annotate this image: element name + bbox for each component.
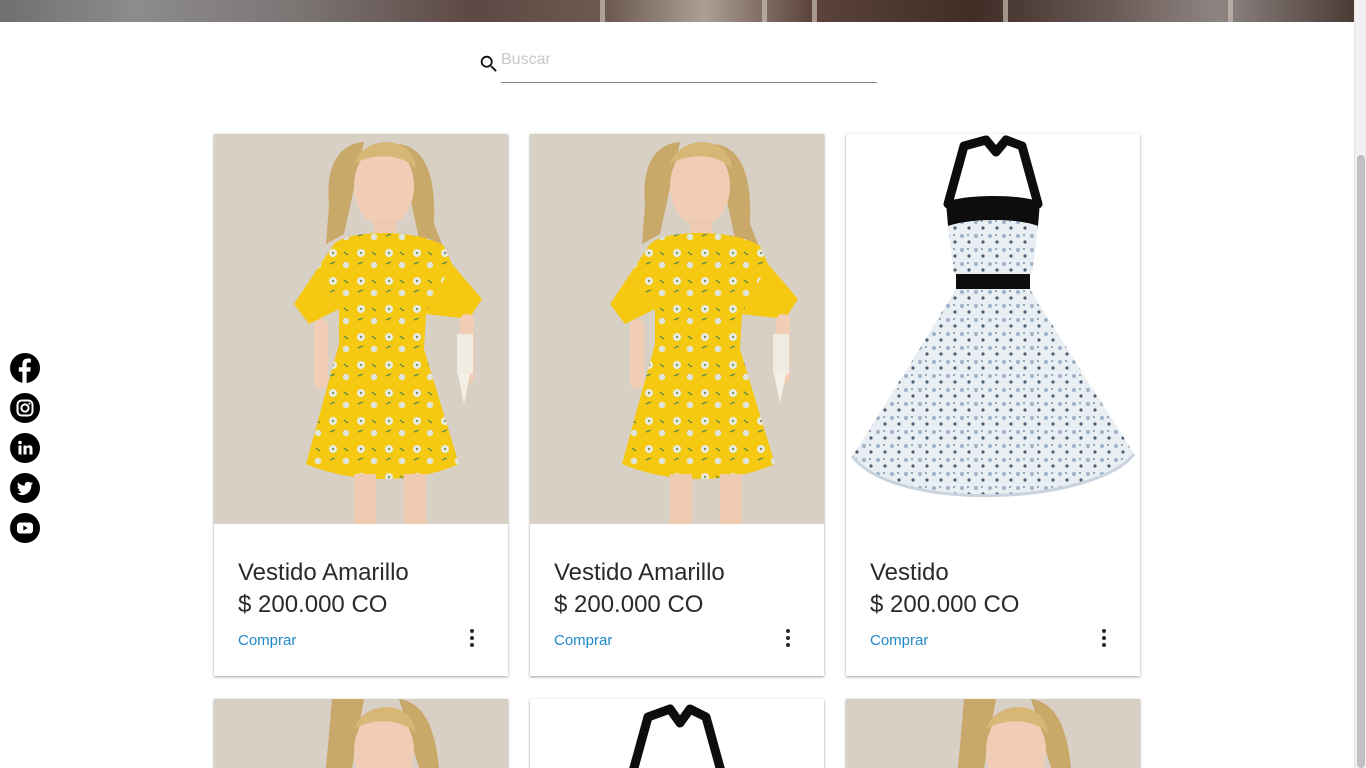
hero-image xyxy=(0,0,1354,22)
linkedin-icon[interactable] xyxy=(10,433,40,463)
product-price: $ 200.000 CO xyxy=(238,591,388,618)
product-image[interactable] xyxy=(530,134,824,524)
product-image[interactable] xyxy=(846,699,1140,768)
product-card xyxy=(214,699,508,768)
product-image[interactable] xyxy=(214,699,508,768)
more-vert-icon[interactable] xyxy=(780,628,796,648)
product-price: $ 200.000 CO xyxy=(554,591,704,618)
youtube-icon[interactable] xyxy=(10,513,40,543)
product-title: Vestido xyxy=(870,559,949,586)
product-image[interactable] xyxy=(846,134,1140,524)
scrollbar[interactable] xyxy=(1354,0,1366,768)
social-links xyxy=(10,353,40,553)
product-image[interactable] xyxy=(530,699,824,768)
product-price: $ 200.000 CO xyxy=(870,591,1020,618)
search-input[interactable] xyxy=(501,44,877,83)
search-icon xyxy=(480,55,497,72)
product-title: Vestido Amarillo xyxy=(238,559,409,586)
page: Vestido Amarillo $ 200.000 CO Comprar xyxy=(0,0,1366,768)
product-image[interactable] xyxy=(214,134,508,524)
product-title: Vestido Amarillo xyxy=(554,559,725,586)
product-card xyxy=(846,699,1140,768)
facebook-icon[interactable] xyxy=(10,353,40,383)
twitter-icon[interactable] xyxy=(10,473,40,503)
buy-link[interactable]: Comprar xyxy=(870,632,928,649)
scrollbar-thumb[interactable] xyxy=(1357,155,1365,768)
product-card: Vestido Amarillo $ 200.000 CO Comprar xyxy=(214,134,508,676)
product-card xyxy=(530,699,824,768)
more-vert-icon[interactable] xyxy=(1096,628,1112,648)
buy-link[interactable]: Comprar xyxy=(554,632,612,649)
product-card: Vestido $ 200.000 CO Comprar xyxy=(846,134,1140,676)
buy-link[interactable]: Comprar xyxy=(238,632,296,649)
more-vert-icon[interactable] xyxy=(464,628,480,648)
instagram-icon[interactable] xyxy=(10,393,40,423)
product-card: Vestido Amarillo $ 200.000 CO Comprar xyxy=(530,134,824,676)
